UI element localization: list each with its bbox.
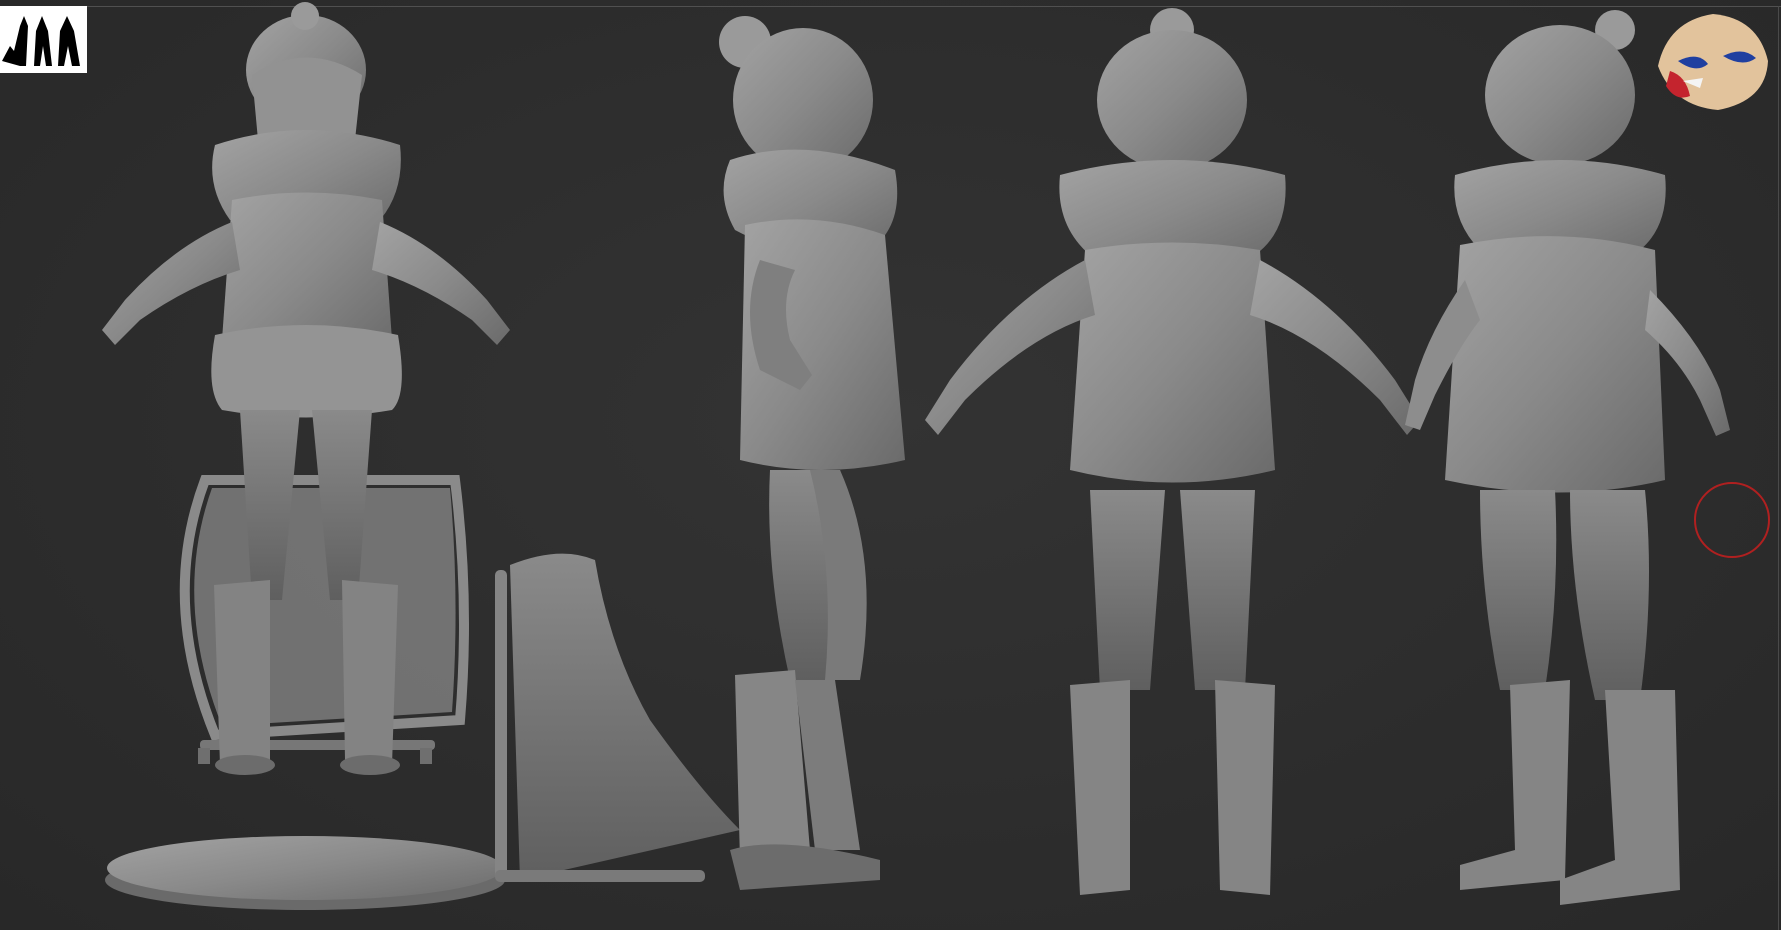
boar-mask-thumbnail-icon[interactable] bbox=[1648, 6, 1774, 114]
display-base bbox=[105, 836, 505, 910]
silhouette-thumbnail-icon[interactable] bbox=[0, 6, 87, 73]
zbrush-viewport[interactable] bbox=[0, 0, 1781, 930]
figure-back[interactable] bbox=[925, 8, 1420, 895]
figure-three-quarter[interactable] bbox=[1405, 10, 1730, 905]
figure-side[interactable] bbox=[719, 16, 905, 890]
brush-cursor-icon bbox=[1694, 482, 1770, 558]
camping-chair-side bbox=[495, 553, 740, 882]
sculpt-scene[interactable] bbox=[0, 0, 1781, 930]
